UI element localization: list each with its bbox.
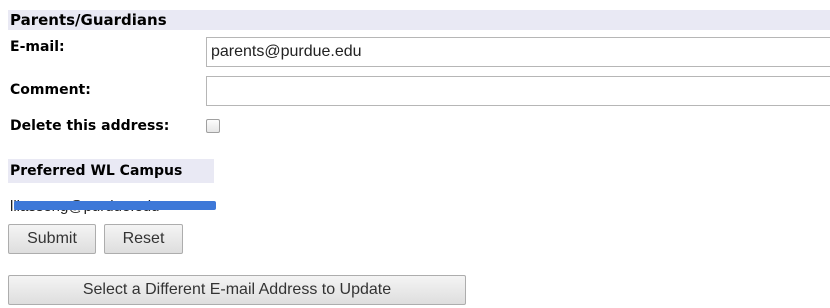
delete-address-label: Delete this address: (10, 118, 170, 134)
email-field[interactable] (206, 37, 830, 67)
comment-field[interactable] (206, 76, 830, 106)
comment-label: Comment: (10, 82, 91, 98)
preferred-heading: Preferred WL Campus (10, 163, 183, 179)
preferred-wl-campus-header: Preferred WL Campus (8, 159, 214, 183)
select-different-email-button[interactable]: Select a Different E-mail Address to Upd… (8, 275, 466, 305)
submit-button[interactable]: Submit (8, 224, 96, 254)
delete-address-checkbox[interactable] (206, 119, 220, 133)
section-title: Parents/Guardians (10, 11, 167, 29)
preferred-email-redacted: lliasseng@purdue.edu (10, 198, 220, 216)
email-label: E-mail: (10, 39, 65, 55)
parents-guardians-header: Parents/Guardians (8, 10, 830, 30)
reset-button[interactable]: Reset (104, 224, 183, 254)
redaction-bar (14, 201, 216, 210)
